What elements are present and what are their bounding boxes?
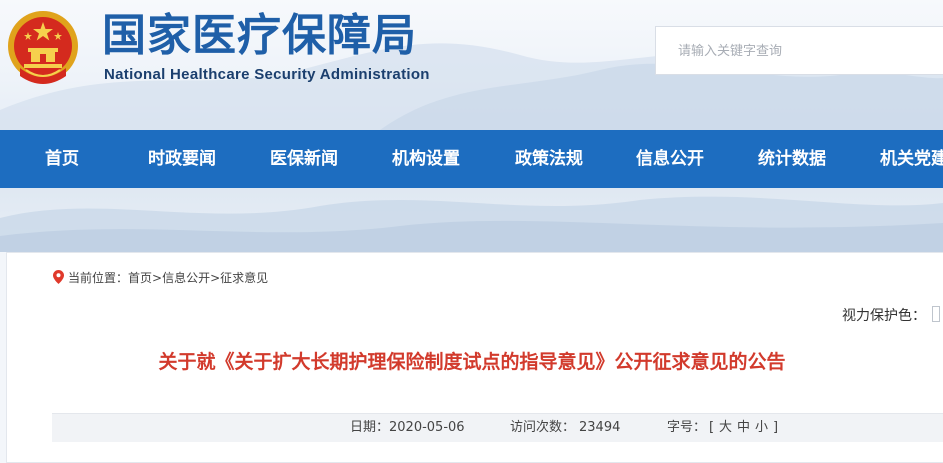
vision-color-swatch[interactable] xyxy=(932,306,940,322)
font-size-bracket-open: [ xyxy=(709,420,715,435)
nav-item-disclosure[interactable]: 信息公开 xyxy=(636,130,704,188)
nav-item-policies[interactable]: 政策法规 xyxy=(515,130,583,188)
article-meta-bar: 日期： 2020-05-06 访问次数： 23494 字号： [ 大 中 小 ] xyxy=(52,413,943,442)
article-title: 关于就《关于扩大长期护理保险制度试点的指导意见》公开征求意见的公告 xyxy=(158,351,786,373)
nav-item-home[interactable]: 首页 xyxy=(45,130,79,188)
views-count: 23494 xyxy=(579,420,621,435)
font-size-medium-button[interactable]: 中 xyxy=(737,414,750,442)
vision-protection: 视力保护色： xyxy=(842,305,940,325)
nav-item-party[interactable]: 机关党建 xyxy=(880,130,943,188)
article-container: 当前位置：首页>信息公开>征求意见 视力保护色： 关于就《关于扩大长期护理保险制… xyxy=(6,252,943,463)
site-header: 国家医疗保障局 National Healthcare Security Adm… xyxy=(0,0,943,130)
banner-mountains xyxy=(0,196,943,252)
views-label: 访问次数： xyxy=(510,420,576,435)
breadcrumb-link-disclosure[interactable]: 信息公开 xyxy=(162,271,210,285)
vision-protection-label: 视力保护色： xyxy=(842,308,926,324)
nav-item-news[interactable]: 时政要闻 xyxy=(148,130,216,188)
breadcrumb-separator: > xyxy=(152,271,163,285)
breadcrumb-separator: > xyxy=(210,271,221,285)
nav-item-statistics[interactable]: 统计数据 xyxy=(758,130,826,188)
font-size-large-button[interactable]: 大 xyxy=(719,414,732,442)
search-box[interactable] xyxy=(655,26,943,76)
breadcrumb: 当前位置：首页>信息公开>征求意见 xyxy=(53,269,268,286)
font-size-small-button[interactable]: 小 xyxy=(755,414,768,442)
site-title-cn[interactable]: 国家医疗保障局 xyxy=(102,8,417,64)
nav-item-organization[interactable]: 机构设置 xyxy=(392,130,460,188)
national-emblem-icon[interactable] xyxy=(6,6,80,88)
font-size-bracket-close: ] xyxy=(773,420,779,435)
breadcrumb-link-consultation[interactable]: 征求意见 xyxy=(220,271,268,285)
main-nav: 首页 时政要闻 医保新闻 机构设置 政策法规 信息公开 统计数据 机关党建 xyxy=(0,130,943,188)
breadcrumb-link-home[interactable]: 首页 xyxy=(128,271,152,285)
nav-item-medical-news[interactable]: 医保新闻 xyxy=(270,130,338,188)
font-size-label: 字号： xyxy=(667,420,707,435)
location-pin-icon xyxy=(53,270,64,284)
banner-backdrop xyxy=(0,188,943,252)
search-input[interactable] xyxy=(676,27,940,76)
site-title-en: National Healthcare Security Administrat… xyxy=(104,66,430,83)
date-label: 日期： xyxy=(350,420,390,435)
date-value: 2020-05-06 xyxy=(389,420,465,435)
breadcrumb-prefix: 当前位置： xyxy=(68,271,129,285)
